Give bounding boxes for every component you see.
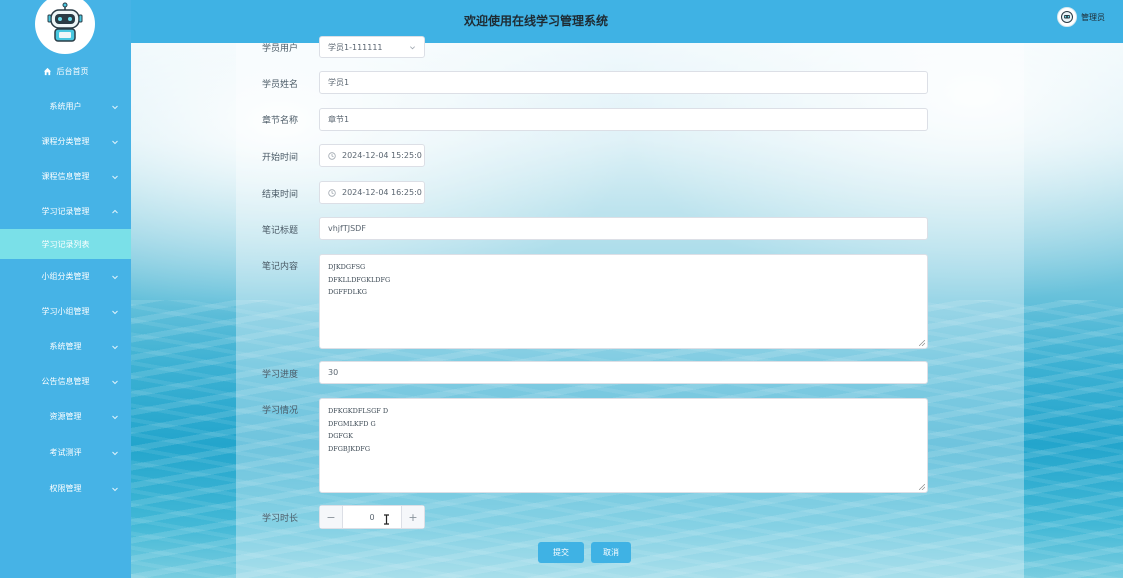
- resize-handle-icon[interactable]: [919, 484, 925, 490]
- chapter-name-field[interactable]: 章节1: [319, 108, 928, 131]
- sidebar-item-label: 系统用户: [49, 102, 82, 111]
- sidebar-item-announcements[interactable]: 公告信息管理: [0, 364, 131, 399]
- study-duration-value: 0: [369, 512, 375, 522]
- chevron-down-icon: [112, 487, 118, 491]
- home-icon: [43, 67, 51, 76]
- sidebar-item-label: 系统管理: [49, 342, 82, 351]
- end-time-picker[interactable]: 2024-12-04 16:25:0: [319, 181, 425, 204]
- submit-button[interactable]: 提交: [538, 542, 584, 563]
- sidebar: 后台首页 系统用户 课程分类管理 课程信息管理 学习记录管理 学习记录列表 小组…: [0, 0, 131, 578]
- study-status-textarea[interactable]: DFKGKDFLSGF D DFGMLKFD G DGFGK DFGBJKDFG: [319, 398, 928, 493]
- sidebar-item-label: 权限管理: [49, 484, 82, 493]
- chevron-down-icon: [112, 380, 118, 384]
- sidebar-item-resources[interactable]: 资源管理: [0, 399, 131, 434]
- increment-button[interactable]: +: [401, 506, 424, 528]
- student-user-label: 学员用户: [262, 44, 299, 54]
- sidebar-item-home[interactable]: 后台首页: [0, 54, 131, 89]
- chevron-up-icon: [112, 209, 118, 213]
- chevron-down-icon: [112, 310, 118, 314]
- sidebar-item-label: 学习记录管理: [41, 207, 90, 216]
- study-duration-input[interactable]: 0: [343, 506, 401, 528]
- user-name: 管理员: [1081, 12, 1105, 22]
- sidebar-item-label: 小组分类管理: [41, 272, 90, 281]
- sidebar-subitem-study-record-list[interactable]: 学习记录列表: [0, 229, 131, 259]
- chevron-down-icon: [112, 175, 118, 179]
- sidebar-item-label: 后台首页: [56, 67, 89, 76]
- chevron-down-icon: [410, 46, 415, 50]
- sidebar-item-system-users[interactable]: 系统用户: [0, 89, 131, 124]
- sidebar-item-label: 资源管理: [49, 412, 82, 421]
- chevron-down-icon: [112, 105, 118, 109]
- chevron-down-icon: [112, 451, 118, 455]
- start-time-picker[interactable]: 2024-12-04 15:25:0: [319, 144, 425, 167]
- progress-label: 学习进度: [262, 370, 299, 380]
- system-title: 欢迎使用在线学习管理系统: [463, 14, 608, 28]
- sidebar-item-study-group[interactable]: 学习小组管理: [0, 294, 131, 329]
- chevron-down-icon: [112, 345, 118, 349]
- cancel-button[interactable]: 取消: [591, 542, 631, 563]
- start-time-value: 2024-12-04 15:25:0: [342, 151, 422, 160]
- student-name-value: 学员1: [328, 78, 350, 87]
- sidebar-item-label: 课程信息管理: [41, 172, 90, 181]
- student-user-select[interactable]: 学员1-111111: [319, 36, 425, 58]
- student-name-label: 学员姓名: [262, 80, 299, 90]
- status-line: DGFGK: [328, 432, 353, 440]
- student-user-value: 学员1-111111: [328, 42, 383, 52]
- end-time-label: 结束时间: [262, 190, 299, 200]
- decrement-button[interactable]: −: [320, 506, 343, 528]
- note-title-label: 笔记标题: [262, 226, 299, 236]
- sidebar-item-group-category[interactable]: 小组分类管理: [0, 259, 131, 294]
- text-cursor-icon: [384, 514, 389, 525]
- sidebar-item-study-records[interactable]: 学习记录管理: [0, 194, 131, 229]
- chevron-down-icon: [112, 275, 118, 279]
- student-name-field[interactable]: 学员1: [319, 71, 928, 94]
- note-content-line: DFKLLDFGKLDFG: [328, 275, 391, 284]
- study-duration-stepper[interactable]: − 0 +: [319, 505, 425, 529]
- sidebar-item-exams[interactable]: 考试测评: [0, 435, 131, 470]
- sidebar-item-system-management[interactable]: 系统管理: [0, 329, 131, 364]
- progress-value: 30: [328, 368, 339, 377]
- user-avatar-icon: [1057, 7, 1077, 27]
- user-menu[interactable]: 管理员: [1057, 7, 1105, 27]
- clock-icon: [328, 188, 336, 197]
- sidebar-item-label: 考试测评: [49, 448, 82, 457]
- note-content-label: 笔记内容: [262, 262, 299, 272]
- note-content-line: DGFFDLKG: [328, 288, 367, 296]
- sidebar-item-course-category[interactable]: 课程分类管理: [0, 124, 131, 159]
- resize-handle-icon[interactable]: [919, 340, 925, 346]
- sidebar-item-permissions[interactable]: 权限管理: [0, 471, 131, 506]
- study-duration-label: 学习时长: [262, 514, 299, 524]
- sidebar-item-label: 课程分类管理: [41, 137, 90, 146]
- chapter-name-value: 章节1: [328, 115, 350, 124]
- end-time-value: 2024-12-04 16:25:0: [342, 188, 422, 197]
- status-line: DFKGKDFLSGF D: [328, 407, 389, 415]
- status-line: DFGMLKFD G: [328, 419, 376, 428]
- top-header: 欢迎使用在线学习管理系统 管理员: [0, 0, 1123, 43]
- note-title-field[interactable]: vhjfTJSDF: [319, 217, 928, 240]
- chapter-name-label: 章节名称: [262, 116, 299, 126]
- status-line: DFGBJKDFG: [328, 444, 371, 453]
- sidebar-item-label: 公告信息管理: [41, 377, 90, 386]
- note-content-line: DJKDGFSG: [328, 263, 366, 271]
- clock-icon: [328, 151, 336, 160]
- study-status-label: 学习情况: [262, 406, 299, 416]
- chevron-down-icon: [112, 140, 118, 144]
- chevron-down-icon: [112, 415, 118, 419]
- start-time-label: 开始时间: [262, 153, 299, 163]
- note-title-value: vhjfTJSDF: [328, 224, 366, 233]
- sidebar-item-label: 学习记录列表: [41, 239, 90, 249]
- robot-logo-icon: [35, 0, 95, 54]
- progress-field[interactable]: 30: [319, 361, 928, 384]
- sidebar-item-label: 学习小组管理: [41, 307, 90, 316]
- note-content-textarea[interactable]: DJKDGFSG DFKLLDFGKLDFG DGFFDLKG: [319, 254, 928, 349]
- sidebar-item-course-info[interactable]: 课程信息管理: [0, 159, 131, 194]
